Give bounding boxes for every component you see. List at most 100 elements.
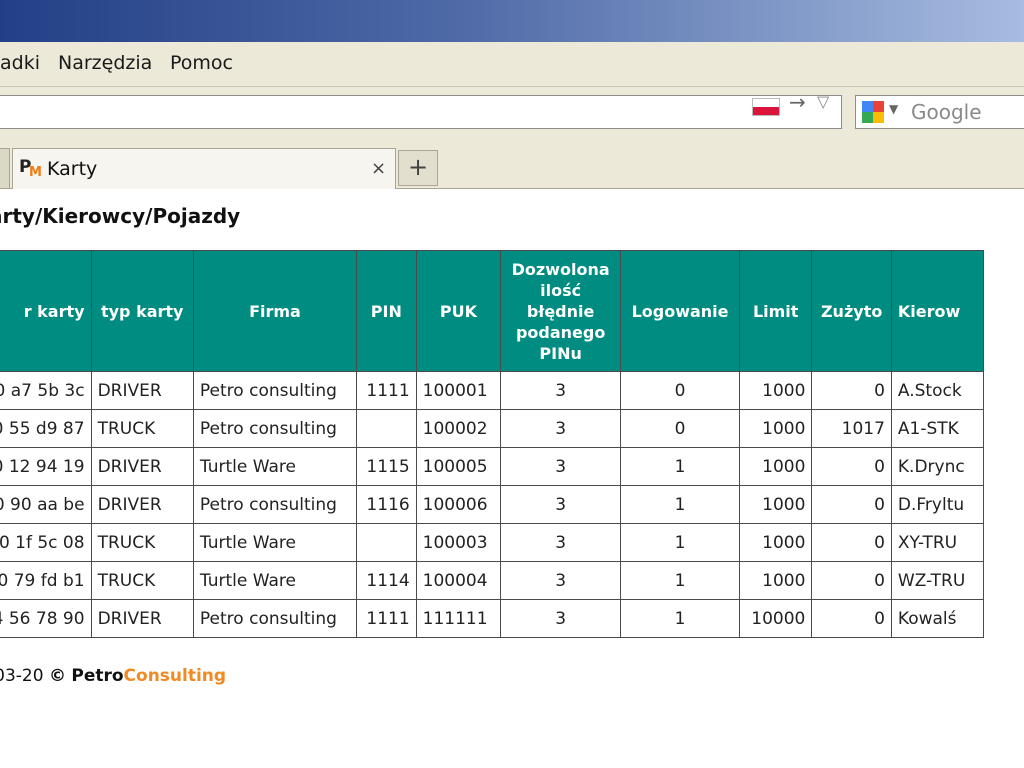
cell-card-type: DRIVER (90, 599, 194, 638)
google-icon[interactable] (862, 101, 884, 123)
navigation-toolbar: → ▽ ▼ Google (0, 86, 1024, 145)
close-tab-icon[interactable]: × (371, 158, 386, 179)
cell-pin: 1114 (356, 561, 417, 600)
column-header-limit: Limit (738, 250, 813, 372)
cell-login: 1 (620, 599, 740, 638)
cell-login: 1 (620, 447, 740, 486)
cards-table: r karty typ karty Firma PIN PUK Dozwolon… (0, 250, 985, 638)
cell-used: 0 (811, 599, 892, 638)
cell-card-number: 0 12 94 19 (0, 447, 92, 486)
table-row[interactable]: 4 56 78 90 DRIVER Petro consulting 1111 1111… (0, 599, 985, 638)
cell-allowed-pin-errors: 3 (500, 371, 622, 410)
cell-pin: 1111 (356, 599, 417, 638)
cell-login: 0 (620, 409, 740, 448)
cell-used: 0 (811, 523, 892, 562)
cell-card-type: TRUCK (90, 409, 194, 448)
cell-limit: 1000 (738, 561, 813, 600)
tab-strip: PM Karty × + (0, 144, 1024, 189)
cell-card-number: 4 56 78 90 (0, 599, 92, 638)
cell-puk: 100004 (415, 561, 502, 600)
cell-used: 0 (811, 371, 892, 410)
cell-limit: 1000 (738, 447, 813, 486)
cell-allowed-pin-errors: 3 (500, 409, 622, 448)
cell-allowed-pin-errors: 3 (500, 561, 622, 600)
tab-title: Karty (47, 158, 98, 180)
cell-limit: 1000 (738, 523, 813, 562)
column-header-card-type: typ karty (90, 250, 194, 372)
tab-previous[interactable] (0, 148, 10, 188)
cell-allowed-pin-errors: 3 (500, 599, 622, 638)
cell-card-type: DRIVER (90, 447, 194, 486)
cell-driver: A.Stock (890, 371, 985, 410)
cell-company: Petro consulting (192, 371, 358, 410)
cell-used: 0 (811, 485, 892, 524)
window-title-bar (0, 0, 1024, 42)
cell-puk: 100003 (415, 523, 502, 562)
cell-limit: 1000 (738, 409, 813, 448)
cell-driver: K.Drync (890, 447, 985, 486)
table-row[interactable]: 0 90 aa be DRIVER Petro consulting 1116 1000… (0, 485, 985, 524)
new-tab-button[interactable]: + (398, 150, 438, 186)
column-header-puk: PUK (415, 250, 502, 372)
menu-item-bookmarks[interactable]: adki (0, 52, 40, 74)
cell-limit: 1000 (738, 371, 813, 410)
brand-petro: Petro (71, 666, 124, 686)
column-header-driver: Kierow (890, 250, 985, 372)
cell-driver: D.Fryltu (890, 485, 985, 524)
menu-bar: adki Narzędzia Pomoc (0, 42, 1024, 86)
polish-flag-icon (752, 98, 780, 116)
table-row[interactable]: 0 55 d9 87 TRUCK Petro consulting 100002 3 0 1… (0, 409, 985, 448)
column-header-allowed-pin-errors: Dozwolona ilość błędnie podanego PINu (500, 250, 622, 372)
cell-driver: XY-TRU (890, 523, 985, 562)
tab-karty[interactable]: PM Karty × (12, 148, 396, 189)
cell-driver: WZ-TRU (890, 561, 985, 600)
cell-puk: 111111 (415, 599, 502, 638)
cell-card-number: 0 a7 5b 3c (0, 371, 92, 410)
cell-company: Turtle Ware (192, 561, 358, 600)
cell-login: 1 (620, 485, 740, 524)
menu-item-tools[interactable]: Narzędzia (58, 52, 152, 74)
column-header-pin: PIN (356, 250, 417, 372)
menu-item-help[interactable]: Pomoc (170, 52, 233, 74)
cell-card-number: 0 55 d9 87 (0, 409, 92, 448)
cell-puk: 100002 (415, 409, 502, 448)
cell-company: Petro consulting (192, 409, 358, 448)
cell-limit: 10000 (738, 599, 813, 638)
dropdown-arrow-icon[interactable]: ▽ (817, 92, 829, 111)
cell-card-type: TRUCK (90, 523, 194, 562)
table-row[interactable]: 0 a7 5b 3c DRIVER Petro consulting 1111 1000… (0, 371, 985, 410)
go-arrow-icon[interactable]: → (789, 90, 806, 114)
table-header-row: r karty typ karty Firma PIN PUK Dozwolon… (0, 250, 985, 372)
address-bar[interactable] (0, 95, 842, 129)
cell-pin (356, 523, 417, 562)
cell-company: Petro consulting (192, 485, 358, 524)
table-row[interactable]: 0 1f 5c 08 TRUCK Turtle Ware 100003 3 1 1000 0 X… (0, 523, 985, 562)
cell-puk: 100006 (415, 485, 502, 524)
column-header-used: Zużyto (811, 250, 892, 372)
cell-puk: 100001 (415, 371, 502, 410)
cell-allowed-pin-errors: 3 (500, 523, 622, 562)
cell-pin (356, 409, 417, 448)
cell-used: 1017 (811, 409, 892, 448)
table-row[interactable]: 0 12 94 19 DRIVER Turtle Ware 1115 100005 3 1 1… (0, 447, 985, 486)
cell-driver: A1-STK (890, 409, 985, 448)
column-header-card-number: r karty (0, 250, 92, 372)
cell-login: 0 (620, 371, 740, 410)
cell-allowed-pin-errors: 3 (500, 447, 622, 486)
cell-company: Petro consulting (192, 599, 358, 638)
cell-card-type: DRIVER (90, 371, 194, 410)
footer: -03-20 © PetroConsulting (0, 666, 226, 686)
cell-limit: 1000 (738, 485, 813, 524)
petro-favicon-icon: PM (19, 157, 42, 180)
cell-allowed-pin-errors: 3 (500, 485, 622, 524)
search-placeholder[interactable]: Google (911, 100, 982, 124)
cell-card-number: 0 1f 5c 08 (0, 523, 92, 562)
search-box[interactable]: ▼ Google (855, 95, 1024, 129)
cell-company: Turtle Ware (192, 447, 358, 486)
cell-pin: 1115 (356, 447, 417, 486)
cell-card-type: TRUCK (90, 561, 194, 600)
search-engine-dropdown-icon[interactable]: ▼ (889, 102, 898, 116)
cell-card-number: 0 90 aa be (0, 485, 92, 524)
column-header-company: Firma (192, 250, 358, 372)
table-row[interactable]: 0 79 fd b1 TRUCK Turtle Ware 1114 100004 3 1 10… (0, 561, 985, 600)
